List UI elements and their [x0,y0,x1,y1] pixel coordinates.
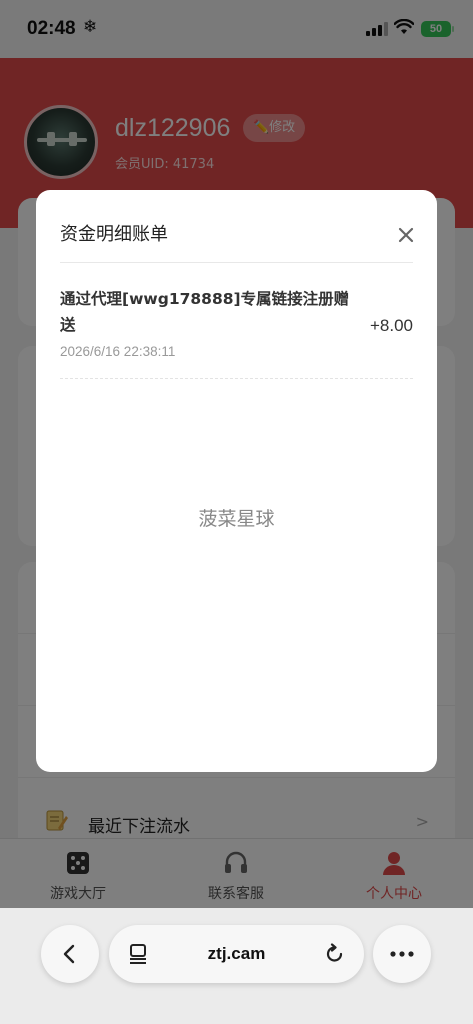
transaction-time: 2026/6/16 22:38:11 [60,344,176,359]
fund-details-modal: 资金明细账单 通过代理[wwg178888]专属链接注册赠送 +8.00 202… [36,190,437,772]
transaction-description: 通过代理[wwg178888]专属链接注册赠送 [60,290,350,334]
close-icon[interactable] [394,223,418,247]
modal-title: 资金明细账单 [60,224,168,245]
transaction-amount: +8.00 [369,316,413,335]
transaction-record: 通过代理[wwg178888]专属链接注册赠送 +8.00 2026/6/16 … [60,286,413,379]
back-button[interactable] [41,925,99,983]
divider [60,262,413,263]
chevron-left-icon [63,944,75,964]
browser-toolbar: ztj.cam [0,908,473,1024]
address-bar[interactable]: ztj.cam [109,925,364,983]
more-button[interactable] [373,925,431,983]
reload-icon[interactable] [324,943,346,965]
ellipsis-icon [390,951,414,957]
watermark: 菠菜星球 [198,508,275,530]
